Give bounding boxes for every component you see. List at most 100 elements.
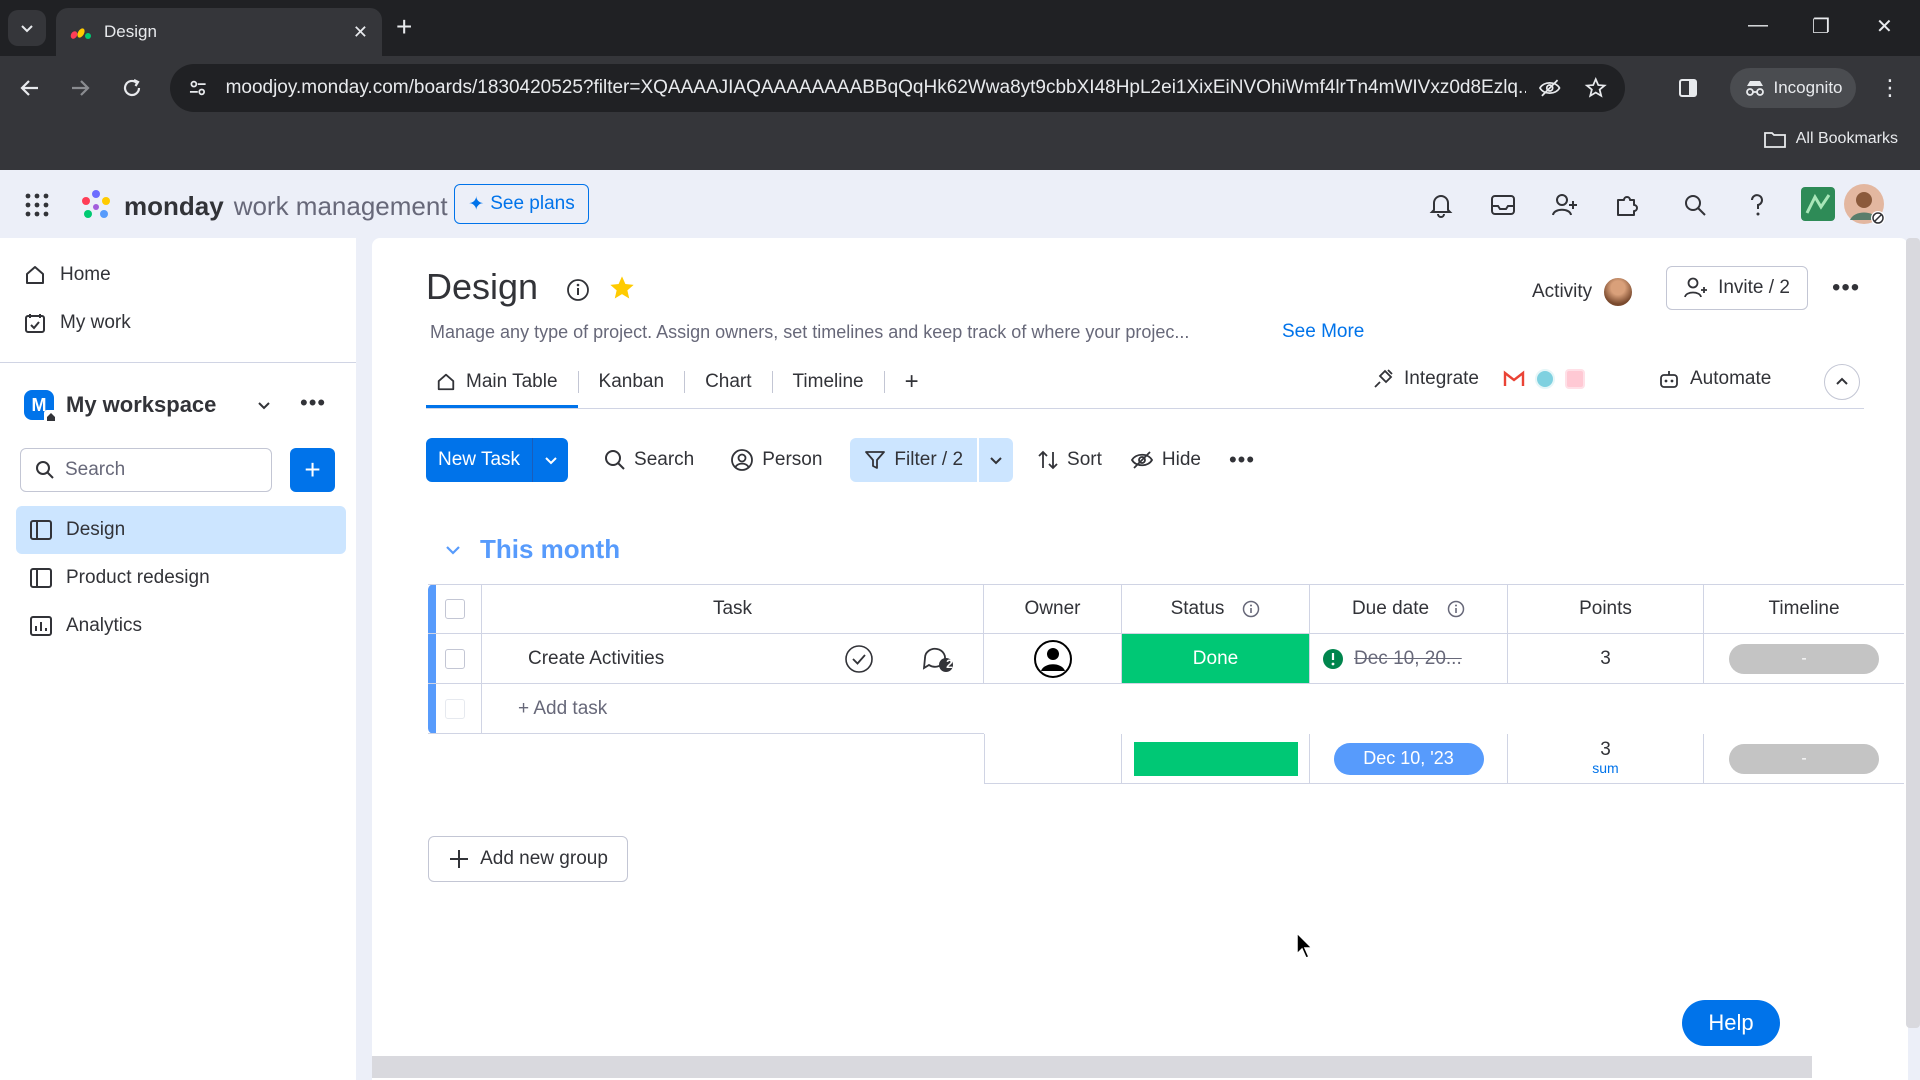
add-task-input[interactable]: + Add task (482, 684, 984, 734)
person-filter-button[interactable]: Person (716, 438, 836, 482)
activity-button[interactable]: Activity (1532, 276, 1635, 308)
column-header-task[interactable]: Task (482, 584, 984, 634)
workspace-more-icon[interactable]: ••• (300, 390, 326, 416)
workspace-selector[interactable]: M My workspace (24, 390, 272, 424)
close-tab-icon[interactable]: ✕ (353, 22, 368, 43)
search-icon[interactable] (1680, 190, 1710, 220)
sort-button[interactable]: Sort (1023, 438, 1116, 482)
collapse-header-button[interactable] (1824, 364, 1860, 400)
monday-logo[interactable]: monday work management (78, 188, 448, 224)
sidebar-board-design[interactable]: Design (16, 506, 346, 554)
inbox-icon[interactable] (1488, 190, 1518, 220)
tab-main-table[interactable]: Main Table (426, 360, 578, 408)
new-task-dropdown[interactable] (532, 438, 568, 482)
forward-button[interactable] (66, 74, 94, 102)
status-summary-bar[interactable] (1133, 741, 1298, 776)
filter-button[interactable]: Filter / 2 (850, 438, 978, 482)
notifications-bell-icon[interactable] (1426, 190, 1456, 220)
tab-timeline[interactable]: Timeline (773, 360, 884, 404)
sidebar-divider (0, 362, 356, 363)
timeline-cell[interactable]: - (1704, 634, 1904, 684)
column-header-timeline[interactable]: Timeline (1704, 584, 1904, 634)
select-all-checkbox[interactable] (444, 599, 465, 619)
group-header[interactable]: This month (444, 534, 620, 565)
favorite-star-icon[interactable] (608, 274, 636, 302)
add-item-button[interactable]: + (290, 448, 335, 492)
brand-product: work management (233, 190, 448, 221)
sidebar-search-box[interactable] (20, 448, 272, 492)
restore-icon[interactable]: ❐ (1812, 14, 1830, 39)
invite-button[interactable]: Invite / 2 (1666, 266, 1808, 310)
tab-chart[interactable]: Chart (685, 360, 771, 404)
summary-due-date-cell[interactable]: Dec 10, '23 (1310, 734, 1508, 784)
sidebar-board-analytics[interactable]: Analytics (16, 602, 346, 650)
sidebar-item-my-work[interactable]: My work (24, 312, 131, 334)
see-plans-button[interactable]: ✦ See plans (454, 184, 589, 224)
apps-grid-icon[interactable] (22, 190, 52, 220)
tab-kanban[interactable]: Kanban (579, 360, 685, 404)
minimize-icon[interactable]: — (1748, 14, 1768, 37)
summary-points-cell[interactable]: 3 sum (1508, 734, 1704, 784)
row-checkbox[interactable] (444, 648, 465, 669)
integrate-button[interactable]: Integrate (1372, 368, 1585, 390)
column-header-status[interactable]: Status (1122, 584, 1310, 634)
hide-columns-button[interactable]: Hide (1116, 438, 1215, 482)
browser-tab[interactable]: Design ✕ (56, 8, 382, 56)
incognito-indicator[interactable]: Incognito (1730, 68, 1856, 108)
horizontal-scrollbar[interactable] (372, 1056, 1812, 1078)
more-actions-icon[interactable]: ••• (1215, 438, 1269, 482)
star-outline-icon[interactable] (1584, 76, 1607, 100)
task-name-cell[interactable]: Create Activities (482, 634, 892, 684)
sidebar-item-home[interactable]: Home (24, 264, 111, 286)
new-tab-button[interactable]: + (396, 12, 412, 42)
info-icon[interactable] (1242, 600, 1260, 618)
see-more-link[interactable]: See More (1282, 321, 1364, 343)
eye-off-icon[interactable] (1538, 76, 1561, 100)
due-date-summary: Dec 10, '23 (1333, 742, 1484, 775)
updates-cell[interactable]: 2 (892, 634, 984, 684)
invite-members-icon[interactable] (1550, 190, 1580, 220)
back-button[interactable] (16, 74, 44, 102)
board-info-icon[interactable] (566, 278, 590, 302)
all-bookmarks-button[interactable]: All Bookmarks (1763, 130, 1898, 148)
status-badge[interactable]: Done (1122, 634, 1310, 684)
info-icon[interactable] (1447, 600, 1465, 618)
sidebar-search-input[interactable] (65, 459, 245, 481)
column-header-points[interactable]: Points (1508, 584, 1704, 634)
user-avatar[interactable] (1842, 182, 1886, 226)
board-title[interactable]: Design (426, 266, 538, 308)
help-question-icon[interactable] (1742, 190, 1772, 220)
check-circle-icon[interactable] (844, 644, 874, 674)
apps-puzzle-icon[interactable] (1612, 190, 1642, 220)
new-task-button[interactable]: New Task (426, 438, 569, 482)
task-name[interactable]: Create Activities (528, 648, 664, 670)
reload-button[interactable] (118, 74, 146, 102)
due-date-cell[interactable]: Dec 10, 20... (1310, 634, 1508, 684)
account-logo-icon[interactable] (1800, 186, 1836, 222)
browser-tab-bar: Design ✕ + — ❐ ✕ (0, 0, 1920, 56)
column-header-owner[interactable]: Owner (984, 584, 1122, 634)
table-row[interactable]: Create Activities 2 Done Dec 10, 20... 3… (428, 634, 1904, 684)
owner-cell[interactable] (984, 634, 1122, 684)
help-button[interactable]: Help (1682, 1000, 1780, 1046)
summary-status-cell[interactable] (1122, 734, 1310, 784)
vertical-scrollbar[interactable] (1906, 238, 1920, 1028)
address-bar[interactable]: moodjoy.monday.com/boards/1830420525?fil… (170, 64, 1625, 112)
board-more-icon[interactable]: ••• (1832, 274, 1860, 302)
points-cell[interactable]: 3 (1508, 634, 1704, 684)
group-title[interactable]: This month (480, 534, 620, 565)
automate-button[interactable]: Automate (1658, 368, 1771, 390)
sidebar-board-product-redesign[interactable]: Product redesign (16, 554, 346, 602)
side-panel-button[interactable] (1674, 74, 1702, 102)
close-window-icon[interactable]: ✕ (1876, 14, 1893, 39)
avatar (1602, 276, 1635, 308)
chevron-down-icon[interactable] (444, 541, 462, 559)
add-view-button[interactable]: + (885, 360, 939, 404)
column-header-due-date[interactable]: Due date (1310, 584, 1508, 634)
add-new-group-button[interactable]: Add new group (428, 836, 628, 882)
filter-dropdown[interactable] (979, 438, 1014, 482)
tab-search-button[interactable] (8, 10, 46, 46)
summary-timeline-cell[interactable]: - (1704, 734, 1904, 784)
search-button[interactable]: Search (590, 438, 708, 482)
browser-menu-icon[interactable]: ⋮ (1876, 74, 1904, 102)
